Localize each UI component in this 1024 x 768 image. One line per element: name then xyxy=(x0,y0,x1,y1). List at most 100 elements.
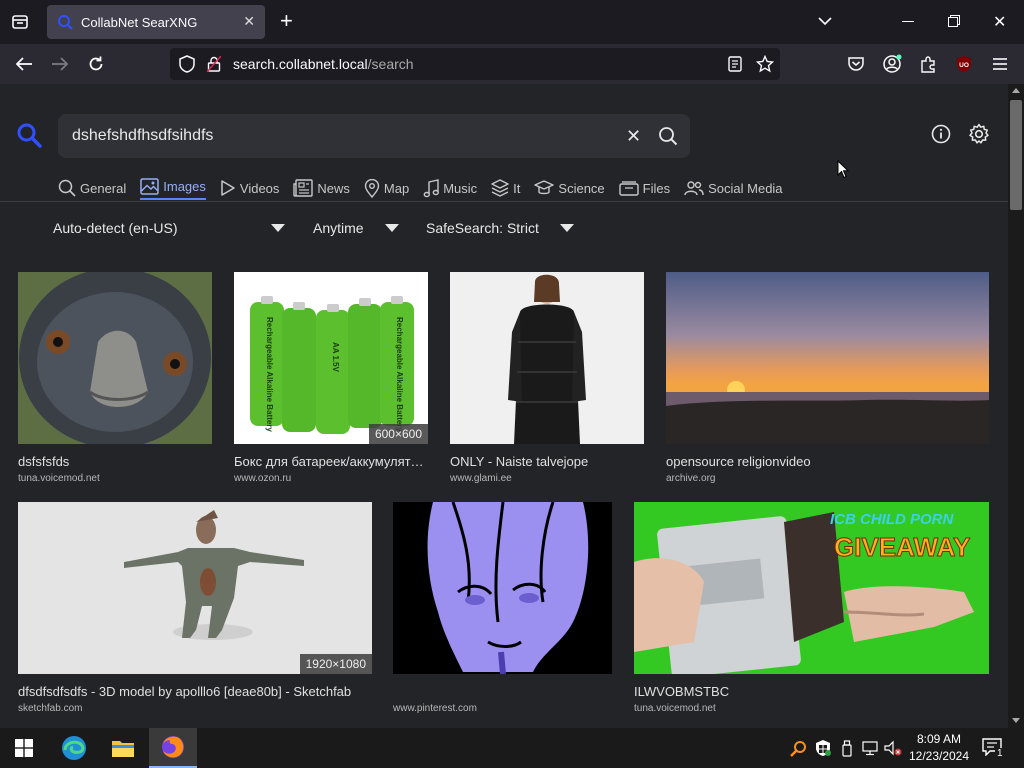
info-icon[interactable] xyxy=(931,124,951,144)
result-title[interactable]: Бокс для батареек/аккумуляторов АА ... xyxy=(234,454,428,469)
image-result[interactable]: 1920×1080 dfsdfsdfsdfs - 3D model by apo… xyxy=(18,502,372,714)
searxng-page: dshefshdfhsdfsihdfs ✕ General Images Vid… xyxy=(0,84,1008,728)
reload-button[interactable] xyxy=(86,54,106,74)
network-icon[interactable] xyxy=(862,741,880,756)
image-result[interactable]: dsfsfsfds tuna.voicemod.net xyxy=(18,272,212,484)
scroll-down-icon[interactable] xyxy=(1012,718,1020,723)
tab-news[interactable]: News xyxy=(293,176,350,200)
image-result[interactable]: ICB CHILD PORN GIVEAWAY ILWVOBMSTBC tuna… xyxy=(634,502,989,714)
clear-search-icon[interactable]: ✕ xyxy=(626,126,641,147)
bookmark-star-icon[interactable] xyxy=(756,55,774,73)
scrollbar-thumb[interactable] xyxy=(1010,100,1022,210)
tab-map[interactable]: Map xyxy=(364,176,409,200)
resolution-badge: 1920×1080 xyxy=(299,654,372,674)
tab-label: Social Media xyxy=(708,180,783,196)
navigation-bar: search.collabnet.local/search UO xyxy=(0,44,1024,84)
shield-icon[interactable] xyxy=(179,55,195,73)
result-thumbnail[interactable]: ICB CHILD PORN GIVEAWAY xyxy=(634,502,989,674)
chevron-down-icon xyxy=(560,224,574,232)
result-title[interactable]: opensource religionvideo xyxy=(666,454,989,469)
usb-device-icon[interactable] xyxy=(842,740,852,757)
firefox-taskbar-button[interactable] xyxy=(149,728,197,768)
result-title[interactable]: dfsdfsdfsdfs - 3D model by apolllo6 [dea… xyxy=(18,684,372,699)
time-range-select[interactable]: Anytime xyxy=(313,220,399,236)
image-result[interactable]: Rechargeable Alkaline Battery AA 1.5V Re… xyxy=(234,272,428,484)
new-tab-button[interactable]: + xyxy=(280,10,293,32)
result-thumbnail[interactable]: 1920×1080 xyxy=(18,502,372,674)
forward-button[interactable] xyxy=(50,54,70,74)
address-bar[interactable]: search.collabnet.local/search xyxy=(170,48,780,80)
safesearch-select[interactable]: SafeSearch: Strict xyxy=(426,220,574,236)
url-host: search.collabnet.local xyxy=(233,56,368,72)
tab-social-media[interactable]: Social Media xyxy=(684,176,783,200)
search-tray-icon[interactable] xyxy=(790,740,808,758)
back-button[interactable] xyxy=(14,54,34,74)
extensions-icon[interactable] xyxy=(918,54,938,74)
resolution-badge: 600×600 xyxy=(368,424,428,444)
tab-videos[interactable]: Videos xyxy=(220,176,280,200)
tab-it[interactable]: It xyxy=(491,176,520,200)
active-tab[interactable]: CollabNet SearXNG ✕ xyxy=(47,5,265,39)
tab-general[interactable]: General xyxy=(58,176,126,200)
pocket-icon[interactable] xyxy=(846,54,866,74)
windows-logo-icon xyxy=(15,739,33,757)
tab-science[interactable]: Science xyxy=(534,176,605,200)
file-explorer-taskbar-button[interactable] xyxy=(99,728,147,768)
notification-center-button[interactable]: 1 xyxy=(982,738,1005,760)
image-result[interactable]: opensource religionvideo archive.org xyxy=(666,272,989,484)
volume-muted-icon[interactable] xyxy=(884,740,902,757)
tab-overflow-icon[interactable] xyxy=(818,13,832,31)
result-title[interactable]: ONLY - Naiste talvejope xyxy=(450,454,644,469)
language-select[interactable]: Auto-detect (en-US) xyxy=(53,220,285,236)
result-thumbnail[interactable] xyxy=(450,272,644,444)
header-divider xyxy=(0,201,1008,202)
ublock-origin-icon[interactable]: UO xyxy=(954,54,974,74)
result-thumbnail[interactable] xyxy=(393,502,612,674)
result-title[interactable]: dsfsfsfds xyxy=(18,454,212,469)
edge-taskbar-button[interactable] xyxy=(50,728,98,768)
folder-icon xyxy=(112,741,134,757)
searxng-logo-icon[interactable] xyxy=(16,122,42,153)
result-thumbnail[interactable] xyxy=(18,272,212,444)
defender-shield-icon[interactable] xyxy=(815,739,831,757)
clock-date: 12/23/2024 xyxy=(908,749,970,763)
image-result[interactable]: www.pinterest.com xyxy=(393,502,612,714)
tab-images[interactable]: Images xyxy=(140,176,206,200)
search-icon xyxy=(58,179,76,197)
tab-label: Videos xyxy=(239,180,280,196)
system-clock[interactable]: 8:09 AM 12/23/2024 xyxy=(904,731,974,765)
lock-insecure-icon[interactable] xyxy=(207,56,221,72)
result-site: archive.org xyxy=(666,473,716,484)
result-thumbnail[interactable] xyxy=(666,272,989,444)
search-input[interactable]: dshefshdfhsdfsihdfs ✕ xyxy=(58,114,690,158)
start-button[interactable] xyxy=(0,728,48,768)
result-thumbnail[interactable]: Rechargeable Alkaline Battery AA 1.5V Re… xyxy=(234,272,428,444)
chevron-down-icon xyxy=(385,224,399,232)
searxng-favicon-icon xyxy=(58,15,73,30)
image-result[interactable]: ONLY - Naiste talvejope www.glami.ee xyxy=(450,272,644,484)
tab-close-icon[interactable]: ✕ xyxy=(243,13,255,30)
battery-size-text: AA 1.5V xyxy=(331,342,340,373)
tab-music[interactable]: Music xyxy=(423,176,477,200)
minimize-button[interactable] xyxy=(902,21,914,22)
files-icon xyxy=(618,181,639,196)
tab-files[interactable]: Files xyxy=(618,176,671,200)
close-window-button[interactable]: ✕ xyxy=(993,12,1006,32)
reader-view-icon[interactable] xyxy=(728,56,742,72)
tab-label: It xyxy=(513,180,521,196)
scroll-up-icon[interactable] xyxy=(1012,88,1020,93)
account-icon[interactable] xyxy=(882,54,902,74)
image-icon xyxy=(140,177,159,195)
tab-list-icon[interactable] xyxy=(10,12,30,32)
result-title[interactable] xyxy=(393,684,612,699)
restore-button[interactable] xyxy=(948,14,960,27)
search-submit-icon[interactable] xyxy=(658,126,678,146)
menu-icon[interactable] xyxy=(990,54,1010,74)
settings-gear-icon[interactable] xyxy=(968,123,990,145)
result-title[interactable]: ILWVOBMSTBC xyxy=(634,684,989,699)
page-scrollbar[interactable] xyxy=(1008,84,1024,728)
map-pin-icon xyxy=(364,178,380,198)
music-icon xyxy=(423,178,440,197)
tab-label: Files xyxy=(642,180,671,196)
layers-icon xyxy=(491,179,509,197)
